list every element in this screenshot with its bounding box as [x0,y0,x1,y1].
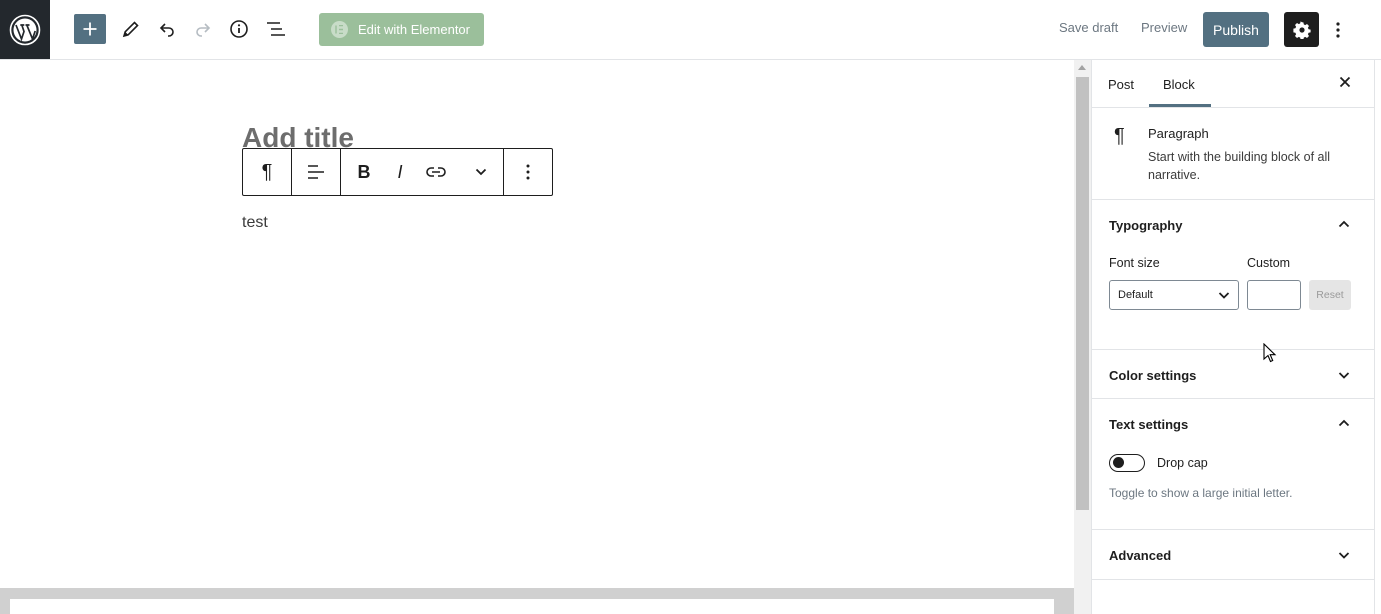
font-size-label: Font size [1109,256,1160,270]
sidebar-tabs: Post Block [1092,60,1374,108]
block-card-title: Paragraph [1148,126,1209,141]
kebab-menu-icon [1336,21,1340,38]
redo-button[interactable] [187,13,219,45]
chevron-down-icon[interactable] [1337,548,1351,562]
editor-canvas: Add title ¶ B I test [0,60,1074,614]
drop-cap-toggle[interactable] [1109,454,1145,472]
canvas-footer-inner [10,599,1054,614]
gear-icon [1292,20,1311,39]
add-block-button[interactable] [74,14,106,44]
chevron-down-icon [1218,292,1230,299]
options-group [504,149,552,195]
wordpress-logo-button[interactable] [0,0,50,59]
publish-button[interactable]: Publish [1203,12,1269,47]
info-icon [230,20,248,38]
custom-font-size-input[interactable] [1247,280,1301,310]
chevron-up-icon[interactable] [1337,416,1351,430]
typography-panel: Typography [1092,200,1374,350]
scroll-up-arrow-icon[interactable] [1078,65,1086,70]
align-button[interactable] [292,149,340,195]
typography-toggle[interactable]: Typography [1109,218,1182,233]
save-draft-button[interactable]: Save draft [1059,20,1118,35]
advanced-panel: Advanced [1092,530,1374,580]
chevron-down-icon[interactable] [1337,368,1351,382]
paragraph-icon: ¶ [261,160,273,183]
block-toolbar: ¶ B I [242,148,553,196]
text-settings-toggle[interactable]: Text settings [1109,417,1188,432]
pencil-icon [122,21,139,38]
plus-icon [83,22,97,36]
link-button[interactable] [413,149,459,195]
more-menu-button[interactable] [1328,13,1348,46]
scrollbar-thumb[interactable] [1076,77,1089,510]
block-switcher-group: ¶ [243,149,292,195]
settings-sidebar: Post Block ¶ Paragraph Start with the bu… [1091,60,1374,614]
redo-icon [196,23,211,37]
paragraph-block[interactable]: test [242,214,268,232]
edit-with-elementor-label: Edit with Elementor [358,22,470,37]
tab-post[interactable]: Post [1108,77,1134,92]
canvas-footer-area [0,588,1074,614]
align-group [292,149,341,195]
bold-button[interactable]: B [341,149,387,195]
mouse-cursor-icon [1263,343,1277,363]
more-formats-button[interactable] [459,149,503,195]
custom-size-label: Custom [1247,256,1291,270]
tab-block[interactable]: Block [1163,77,1195,92]
toggle-knob [1113,457,1124,468]
undo-button[interactable] [151,13,183,45]
edit-with-elementor-button[interactable]: Edit with Elementor [319,13,484,46]
reset-font-size-button[interactable]: Reset [1309,280,1351,310]
italic-button[interactable]: I [387,149,413,195]
elementor-icon [331,21,348,38]
tools-button[interactable] [115,13,147,45]
undo-icon [159,23,174,37]
kebab-menu-icon [526,164,530,180]
editor-scrollbar[interactable] [1074,60,1091,614]
preview-button[interactable]: Preview [1141,20,1187,35]
drop-cap-help: Toggle to show a large initial letter. [1109,486,1293,500]
align-left-icon [308,165,324,179]
color-settings-toggle[interactable]: Color settings [1109,368,1196,383]
format-group: B I [341,149,504,195]
advanced-toggle[interactable]: Advanced [1109,548,1171,563]
active-tab-indicator [1149,104,1211,107]
font-size-value: Default [1118,289,1153,301]
content-info-button[interactable] [223,13,255,45]
block-options-button[interactable] [504,149,552,195]
font-size-select[interactable]: Default [1109,280,1239,310]
block-card: ¶ Paragraph Start with the building bloc… [1092,108,1374,200]
wordpress-icon [9,14,41,45]
drop-cap-label: Drop cap [1157,456,1208,470]
list-view-icon [267,22,285,36]
chevron-down-icon [475,168,487,176]
block-card-description: Start with the building block of all nar… [1148,150,1331,182]
chevron-up-icon[interactable] [1337,217,1351,231]
color-settings-panel: Color settings [1092,350,1374,399]
sidebar-edge [1374,60,1381,614]
block-type-button[interactable]: ¶ [243,149,291,195]
paragraph-icon: ¶ [1114,125,1125,147]
link-icon [426,167,446,177]
editor-header: Edit with Elementor Save draft Preview P… [0,0,1381,60]
settings-button[interactable] [1284,12,1319,47]
block-navigation-button[interactable] [260,13,292,45]
close-icon[interactable] [1337,74,1353,90]
